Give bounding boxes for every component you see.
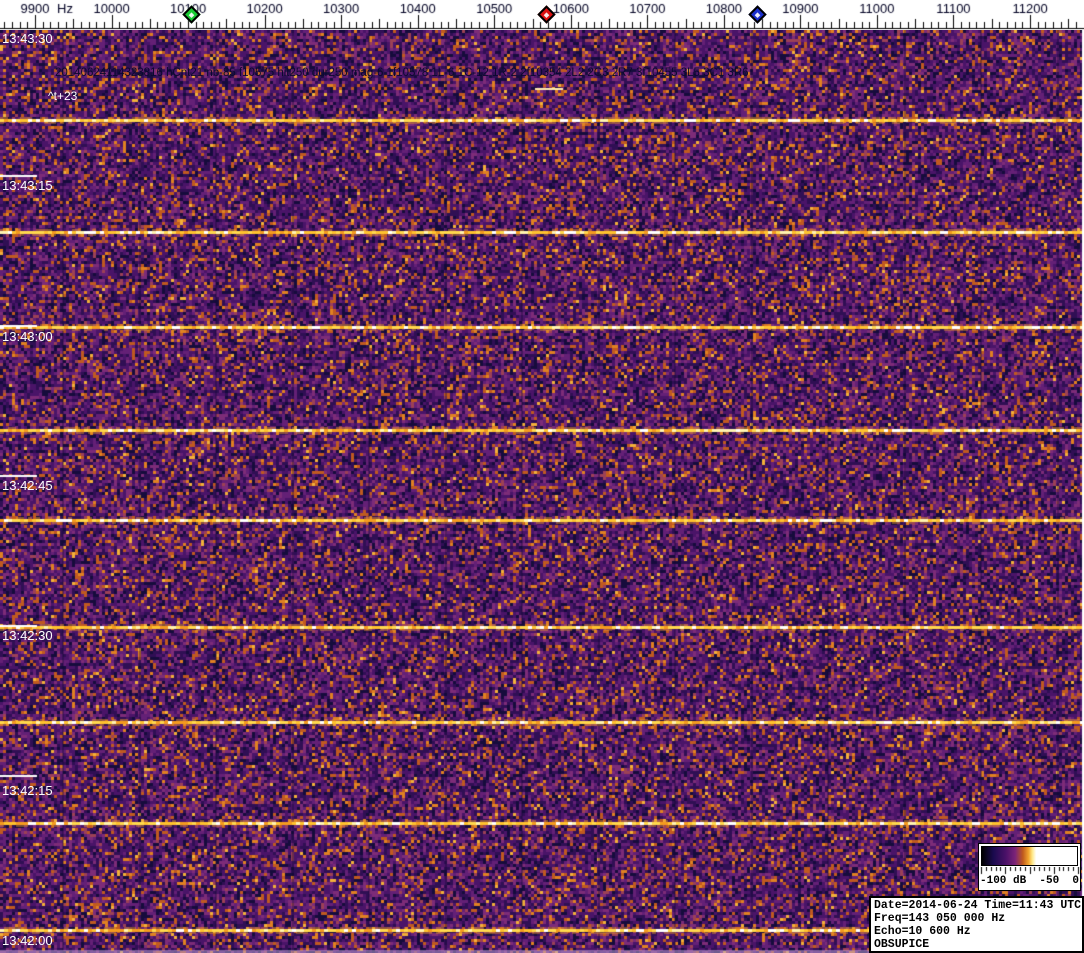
- marker-center-dot: [754, 12, 761, 19]
- time-label: 13:42:30: [2, 628, 53, 643]
- time-label: 13:43:15: [2, 178, 53, 193]
- time-label: 13:42:15: [2, 783, 53, 798]
- station-info-box: Date=2014-06-24 Time=11:43 UTC Freq=143 …: [869, 896, 1084, 953]
- info-station-name: OBSUPICE: [874, 938, 930, 951]
- colorbar-labels: -100 dB -50 0: [979, 875, 1080, 887]
- time-label: 13:43:00: [2, 329, 53, 344]
- time-label: 13:42:00: [2, 933, 53, 948]
- time-label: 13:43:30: [2, 31, 53, 46]
- info-date-time: Date=2014-06-24 Time=11:43 UTC: [874, 899, 1082, 912]
- time-label: 13:42:45: [2, 478, 53, 493]
- colorbar-label-mid: -50: [1039, 875, 1060, 887]
- info-frequency: Freq=143 050 000 Hz: [874, 912, 1006, 925]
- meteor-spectrogram-app: 20140624114323816 hCnt21 nb-85 f10575 hi…: [0, 0, 1084, 953]
- colorbar-ticks: [979, 867, 1080, 875]
- colorbar-gradient: [981, 846, 1078, 866]
- trigger-annotation: ^t+23: [48, 89, 78, 103]
- spectrogram-canvas[interactable]: [0, 30, 1084, 953]
- info-echo-freq: Echo=10 600 Hz: [874, 925, 971, 938]
- event-annotation: 20140624114323816 hCnt21 nb-85 f10575 hi…: [55, 67, 749, 79]
- frequency-ruler[interactable]: [0, 0, 1084, 30]
- colorbar-label-min: -100 dB: [980, 875, 1027, 887]
- marker-center-dot: [543, 12, 550, 19]
- colorbar-legend[interactable]: -100 dB -50 0: [978, 843, 1081, 891]
- waterfall-display: 20140624114323816 hCnt21 nb-85 f10575 hi…: [0, 30, 1084, 953]
- marker-center-dot: [188, 12, 195, 19]
- colorbar-label-max: 0: [1072, 875, 1079, 887]
